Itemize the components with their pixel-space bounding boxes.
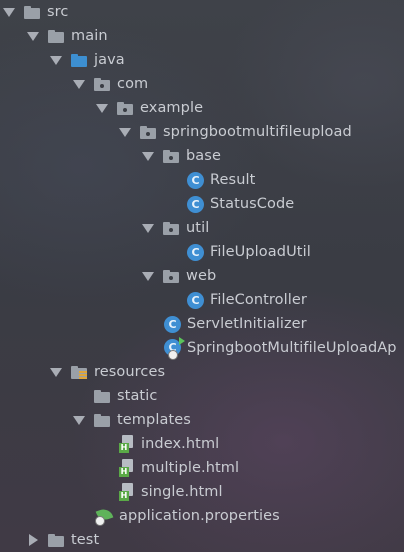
tree-item-multiple-html[interactable]: H multiple.html <box>0 456 404 480</box>
resources-folder-icon <box>70 363 88 381</box>
spring-properties-icon <box>95 506 115 526</box>
tree-item-label: java <box>94 52 125 68</box>
class-icon: C <box>187 291 204 309</box>
folder-icon <box>47 27 65 45</box>
power-icon <box>95 516 105 526</box>
expand-arrow-icon[interactable] <box>50 54 62 66</box>
tree-item-springbootmultifileupload[interactable]: springbootmultifileupload <box>0 120 404 144</box>
tree-item-main[interactable]: main <box>0 24 404 48</box>
tree-item-static[interactable]: static <box>0 384 404 408</box>
tree-item-util[interactable]: util <box>0 216 404 240</box>
spring-boot-app-icon: C <box>164 337 185 360</box>
expand-arrow-icon[interactable] <box>142 150 154 162</box>
tree-item-web[interactable]: web <box>0 264 404 288</box>
tree-item-springboot-application[interactable]: C SpringbootMultifileUploadAp <box>0 336 404 360</box>
tree-item-single-html[interactable]: H single.html <box>0 480 404 504</box>
tree-item-label: web <box>186 268 217 284</box>
folder-icon <box>47 531 65 549</box>
tree-item-resources[interactable]: resources <box>0 360 404 384</box>
expand-arrow-icon[interactable] <box>142 270 154 282</box>
tree-item-test[interactable]: test <box>0 528 404 552</box>
expand-arrow-icon[interactable] <box>3 6 15 18</box>
expand-arrow-icon[interactable] <box>119 126 131 138</box>
tree-item-label: StatusCode <box>210 196 295 212</box>
expand-arrow-icon[interactable] <box>96 102 108 114</box>
tree-item-com[interactable]: com <box>0 72 404 96</box>
html-file-icon: H <box>119 483 135 501</box>
tree-item-label: FileUploadUtil <box>210 244 311 260</box>
tree-item-example[interactable]: example <box>0 96 404 120</box>
expand-arrow-icon[interactable] <box>73 78 85 90</box>
tree-item-label: example <box>140 100 204 116</box>
tree-item-index-html[interactable]: H index.html <box>0 432 404 456</box>
package-icon <box>139 123 157 141</box>
folder-icon <box>23 3 41 21</box>
tree-item-filecontroller[interactable]: C FileController <box>0 288 404 312</box>
expand-arrow-icon[interactable] <box>50 366 62 378</box>
tree-item-templates[interactable]: templates <box>0 408 404 432</box>
tree-item-label: index.html <box>141 436 220 452</box>
tree-item-label: FileController <box>210 292 307 308</box>
tree-item-servletinitializer[interactable]: C ServletInitializer <box>0 312 404 336</box>
tree-item-statuscode[interactable]: C StatusCode <box>0 192 404 216</box>
tree-item-label: main <box>71 28 108 44</box>
power-icon <box>168 350 178 360</box>
tree-item-label: Result <box>210 172 256 188</box>
tree-item-java[interactable]: java <box>0 48 404 72</box>
tree-item-fileuploadutil[interactable]: C FileUploadUtil <box>0 240 404 264</box>
run-icon <box>179 337 185 345</box>
tree-item-label: templates <box>117 412 191 428</box>
tree-item-label: single.html <box>141 484 223 500</box>
tree-item-src[interactable]: src <box>0 0 404 24</box>
tree-item-result[interactable]: C Result <box>0 168 404 192</box>
package-icon <box>162 219 180 237</box>
html-file-icon: H <box>119 435 135 453</box>
expand-arrow-icon[interactable] <box>142 222 154 234</box>
package-icon <box>93 75 111 93</box>
tree-item-label: com <box>117 76 149 92</box>
folder-icon <box>93 411 111 429</box>
tree-item-label: src <box>47 4 69 20</box>
package-icon <box>116 99 134 117</box>
expand-arrow-icon[interactable] <box>27 30 39 42</box>
tree-item-label: application.properties <box>119 508 280 524</box>
tree-item-base[interactable]: base <box>0 144 404 168</box>
class-icon: C <box>187 243 204 261</box>
tree-item-label: ServletInitializer <box>187 316 307 332</box>
tree-item-label: resources <box>94 364 166 380</box>
tree-item-label: util <box>186 220 210 236</box>
tree-item-application-properties[interactable]: application.properties <box>0 504 404 528</box>
tree-item-label: SpringbootMultifileUploadAp <box>187 340 397 356</box>
tree-item-label: static <box>117 388 158 404</box>
source-folder-icon <box>70 51 88 69</box>
collapse-arrow-icon[interactable] <box>27 534 39 546</box>
tree-item-label: multiple.html <box>141 460 240 476</box>
html-file-icon: H <box>119 459 135 477</box>
package-icon <box>162 267 180 285</box>
class-icon: C <box>187 171 204 189</box>
expand-arrow-icon[interactable] <box>73 414 85 426</box>
class-icon: C <box>187 195 204 213</box>
folder-icon <box>93 387 111 405</box>
tree-item-label: springbootmultifileupload <box>163 124 352 140</box>
tree-item-label: test <box>71 532 100 548</box>
tree-item-label: base <box>186 148 221 164</box>
package-icon <box>162 147 180 165</box>
class-icon: C <box>164 315 181 333</box>
